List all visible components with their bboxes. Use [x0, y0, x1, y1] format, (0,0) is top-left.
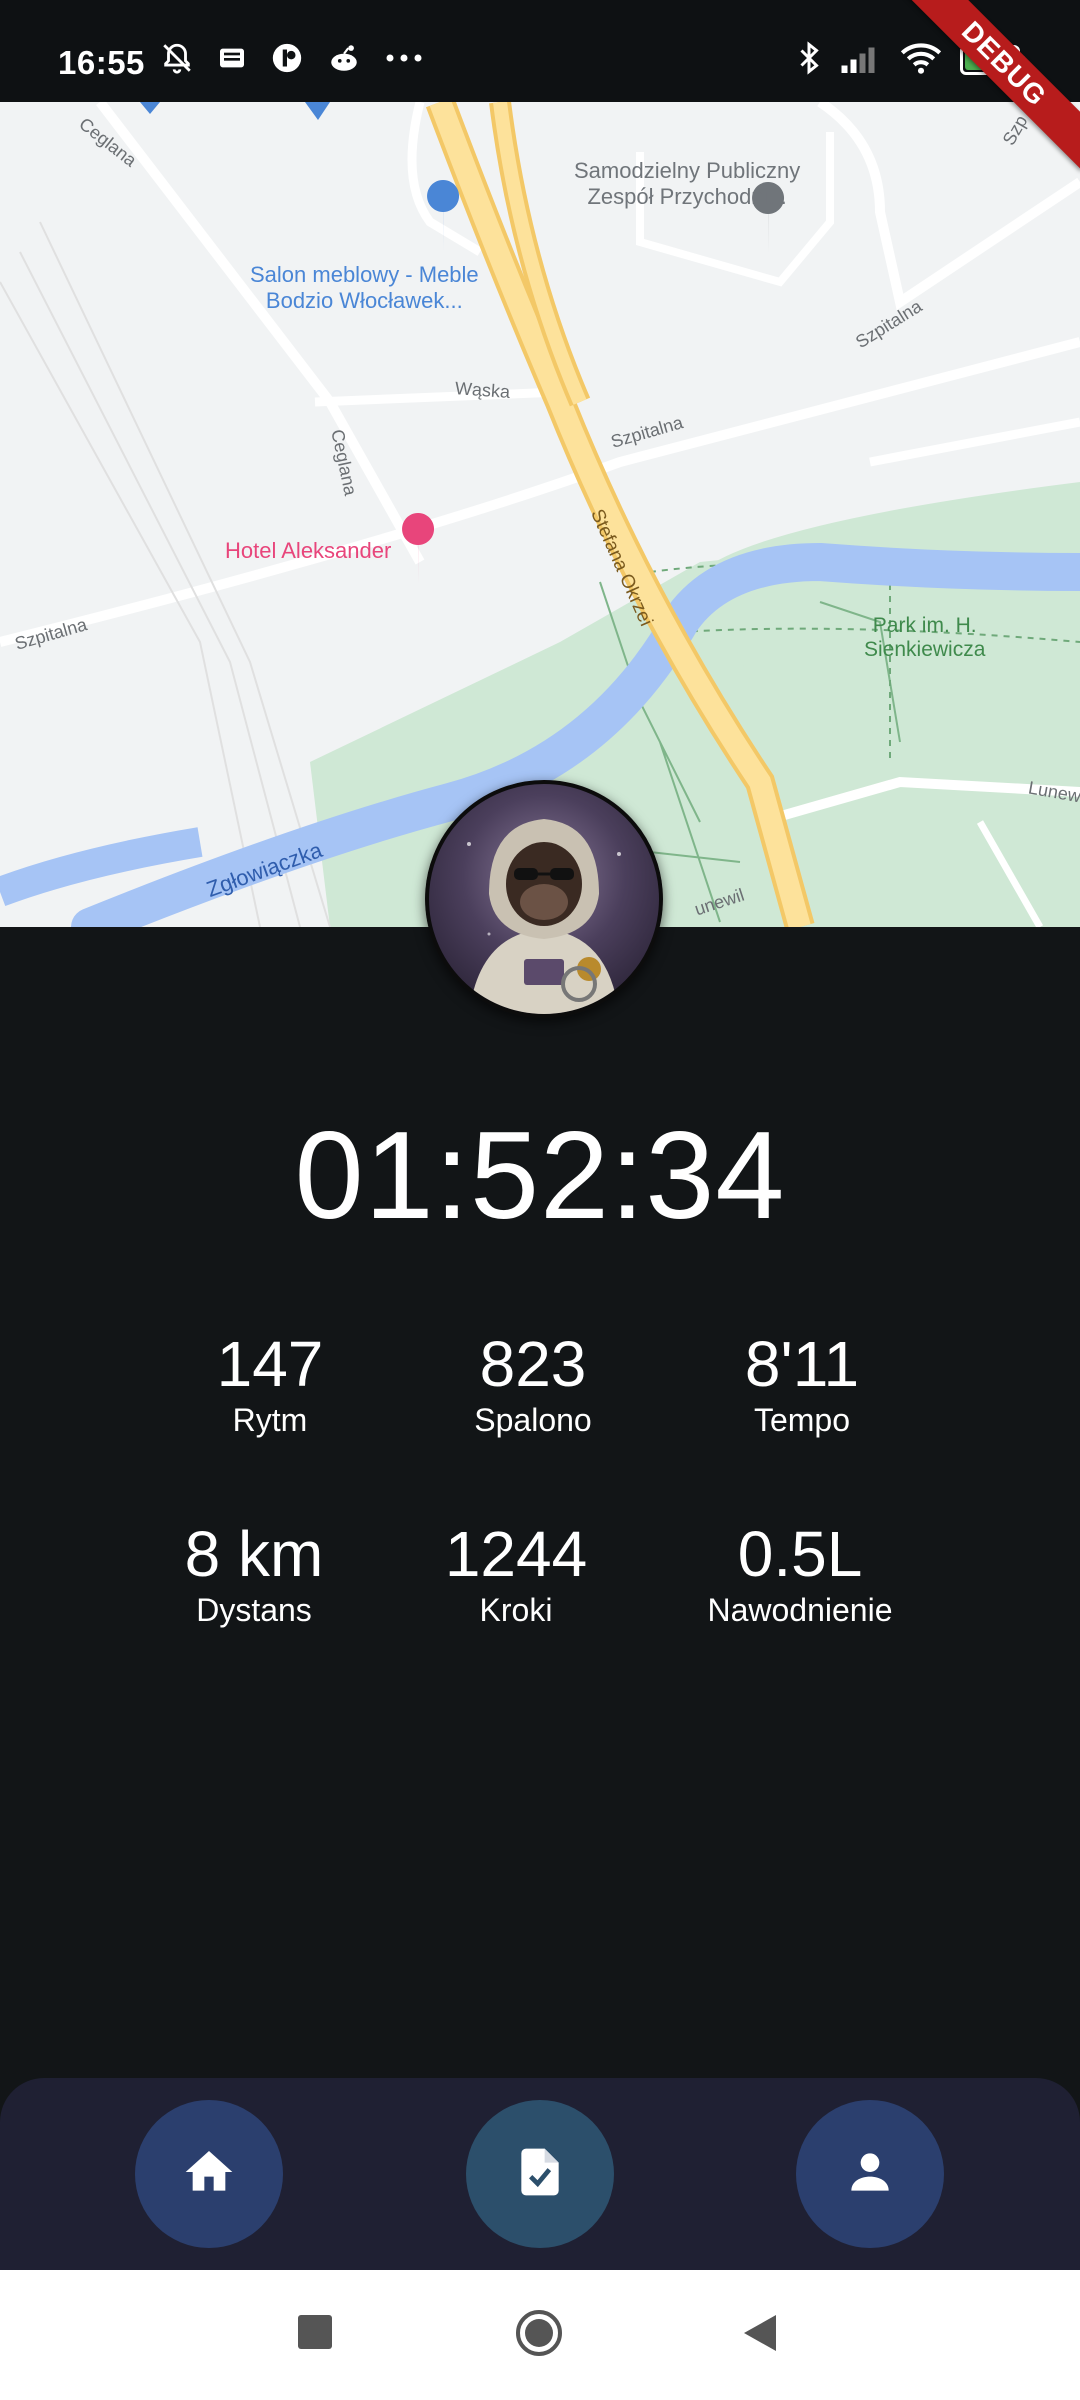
poi-park[interactable]: Park im. H. Sienkiewicza	[864, 614, 985, 662]
poi-hotel[interactable]: Hotel Aleksander	[225, 538, 391, 564]
recent-apps-icon[interactable]	[298, 2315, 332, 2349]
reddit-icon	[326, 41, 362, 80]
stat-label: Tempo	[753, 1402, 851, 1438]
poi-furniture-line2: Bodzio Włocławek...	[265, 288, 463, 313]
stat-rytm: 147 Rytm	[140, 1328, 400, 1440]
poi-clinic[interactable]: Samodzielny Publiczny Zespół Przychodni.…	[574, 158, 800, 210]
hotel-pin-icon	[402, 513, 435, 585]
stat-value: 147	[216, 1328, 324, 1400]
astronaut-chimp-image	[467, 819, 621, 1014]
wifi-icon	[900, 41, 942, 80]
bluetooth-icon	[796, 40, 822, 81]
nav-profile-button[interactable]	[796, 2100, 944, 2248]
stat-kroki: 1244 Kroki	[386, 1518, 646, 1630]
poi-park-line1: Park im. H.	[872, 614, 977, 637]
signal-icon	[840, 42, 882, 79]
home-icon	[181, 2144, 237, 2205]
home-circle-icon[interactable]	[514, 2308, 564, 2358]
stat-label: Kroki	[479, 1592, 553, 1628]
back-icon[interactable]	[742, 2313, 778, 2353]
app-icon	[270, 41, 304, 80]
stat-tempo: 8'11 Tempo	[672, 1328, 932, 1440]
stat-value: 0.5L	[737, 1518, 863, 1590]
stat-value: 8'11	[744, 1328, 860, 1400]
notifications-off-icon	[160, 41, 194, 80]
stat-nawodnienie: 0.5L Nawodnienie	[670, 1518, 930, 1630]
poi-furniture-line1: Salon meblowy - Meble	[250, 262, 479, 287]
status-time: 16:55	[58, 44, 145, 81]
workout-timer: 01:52:34	[294, 1107, 786, 1245]
more-icon	[384, 51, 424, 69]
stat-dystans: 8 km Dystans	[124, 1518, 384, 1630]
person-icon	[842, 2144, 898, 2205]
stat-value: 8 km	[184, 1518, 324, 1590]
news-icon	[216, 42, 248, 79]
stat-spalono: 823 Spalono	[403, 1328, 663, 1440]
street-label: Wąska	[454, 378, 511, 402]
stat-label: Rytm	[232, 1402, 308, 1438]
system-navigation-bar	[0, 2270, 1080, 2400]
status-icons-left	[160, 40, 424, 80]
stat-value: 1244	[444, 1518, 588, 1590]
stat-value: 823	[479, 1328, 587, 1400]
stat-label: Nawodnienie	[707, 1592, 893, 1628]
bottom-navigation	[0, 2078, 1080, 2270]
poi-clinic-line1: Samodzielny Publiczny	[574, 158, 801, 183]
poi-park-line2: Sienkiewicza	[864, 638, 986, 661]
poi-furniture[interactable]: Salon meblowy - Meble Bodzio Włocławek..…	[250, 262, 479, 314]
stat-label: Spalono	[474, 1402, 592, 1438]
nav-home-button[interactable]	[135, 2100, 283, 2248]
stat-label: Dystans	[196, 1592, 312, 1628]
task-document-icon	[512, 2144, 568, 2205]
nav-tasks-button[interactable]	[466, 2100, 614, 2248]
poi-clinic-line2: Zespół Przychodni...	[587, 184, 787, 209]
status-bar: 16:55 92	[0, 0, 1080, 102]
avatar[interactable]	[425, 780, 663, 1018]
